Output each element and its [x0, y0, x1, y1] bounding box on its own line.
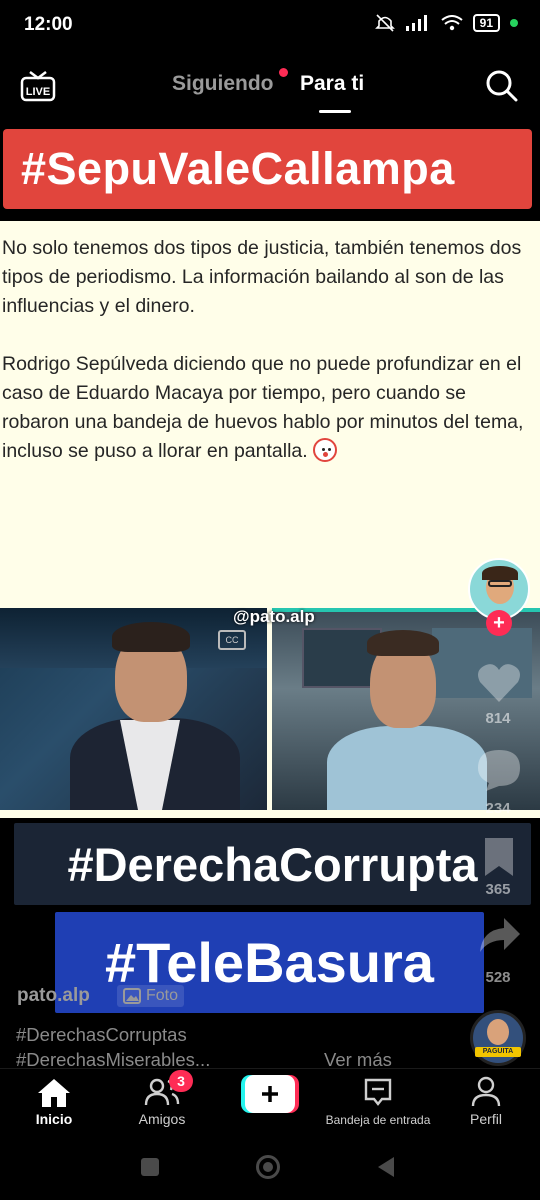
- photo-badge: Foto: [117, 985, 185, 1007]
- person-right-hair: [367, 630, 439, 656]
- post-header-strip: #SepuValeCallampa: [0, 118, 540, 221]
- photo-badge-label: Foto: [146, 987, 179, 1004]
- post-image[interactable]: #SepuValeCallampa No solo tenemos dos ti…: [0, 118, 540, 818]
- tab-for-you[interactable]: Para ti: [300, 72, 364, 96]
- caption-hashtags-line-1[interactable]: #DerechasCorruptas: [16, 1024, 187, 1046]
- back-icon[interactable]: [376, 1156, 396, 1178]
- profile-icon: [471, 1076, 501, 1107]
- wifi-icon: [441, 15, 463, 31]
- status-icons: 91: [374, 14, 518, 32]
- home-icon: [38, 1079, 70, 1107]
- create-plus-button[interactable]: [241, 1075, 299, 1113]
- music-disc-label: PAGUITA: [475, 1047, 521, 1057]
- top-nav: LIVE Siguiendo Para ti: [0, 58, 540, 118]
- comment-icon[interactable]: [476, 748, 522, 792]
- person-left-hair: [112, 622, 190, 652]
- photo-icon: [123, 988, 141, 1004]
- status-time: 12:00: [24, 14, 73, 35]
- like-heart-icon[interactable]: [476, 662, 522, 704]
- author-username[interactable]: pato.alp: [17, 985, 90, 1007]
- music-disc[interactable]: PAGUITA: [470, 1010, 526, 1066]
- nav-home-label: Inicio: [35, 1111, 73, 1127]
- post-paragraph-2-text: Rodrigo Sepúlveda diciendo que no puede …: [2, 353, 524, 462]
- signal-icon: [405, 15, 427, 31]
- recents-icon[interactable]: [141, 1158, 159, 1176]
- tab-following[interactable]: Siguiendo: [172, 72, 274, 96]
- active-tab-indicator: [319, 110, 351, 113]
- bookmark-icon[interactable]: [482, 836, 516, 878]
- post-paragraph-2: Rodrigo Sepúlveda diciendo que no puede …: [2, 350, 532, 466]
- follow-plus-button[interactable]: +: [486, 610, 512, 636]
- cc-icon: CC: [218, 630, 246, 650]
- nav-inbox-label: Bandeja de entrada: [325, 1113, 431, 1127]
- photo-left: CC: [0, 608, 267, 810]
- post-paragraph-1: No solo tenemos dos tipos de justicia, t…: [2, 237, 522, 317]
- live-icon-label: LIVE: [26, 86, 50, 98]
- mute-icon: [374, 14, 395, 32]
- system-nav-bar: [0, 1136, 540, 1200]
- nav-profile-label: Perfil: [470, 1111, 502, 1127]
- nav-friends-label: Amigos: [138, 1111, 186, 1127]
- save-count: 365: [485, 881, 511, 898]
- friends-notification-badge: 3: [169, 1070, 193, 1092]
- person-right-shirt: [327, 726, 487, 810]
- following-notification-dot: [279, 68, 288, 77]
- live-icon[interactable]: LIVE: [20, 68, 56, 102]
- battery-icon: 91: [472, 14, 500, 32]
- like-count: 814: [485, 710, 511, 727]
- post-text: No solo tenemos dos tipos de justicia, t…: [2, 234, 532, 495]
- status-bar: 12:00 91: [0, 0, 540, 52]
- share-arrow-icon[interactable]: [478, 916, 522, 956]
- comment-count: 234: [485, 800, 511, 817]
- privacy-indicator-icon: [510, 19, 518, 27]
- search-icon[interactable]: [484, 68, 520, 104]
- clown-emoji-icon: [313, 438, 338, 462]
- home-system-icon[interactable]: [256, 1155, 280, 1179]
- watermark: @pato.alp: [233, 607, 315, 626]
- inbox-icon: [364, 1078, 392, 1106]
- share-count: 528: [485, 969, 511, 986]
- hashtag-banner-top: #SepuValeCallampa: [3, 129, 532, 209]
- hashtag-banner-middle: #DerechaCorrupta: [14, 823, 531, 905]
